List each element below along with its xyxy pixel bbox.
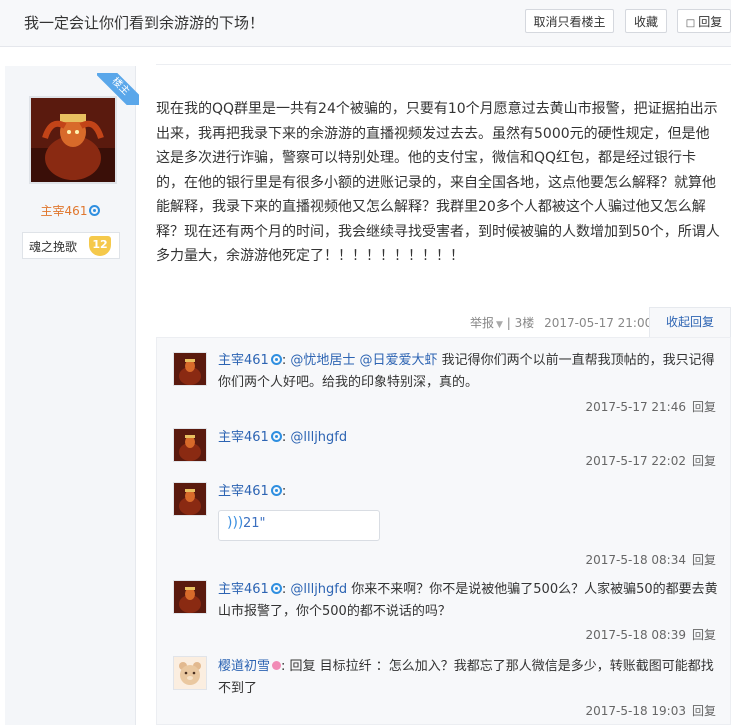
badge-name: 魂之挽歌 [29,240,78,254]
favorite-button[interactable]: 收藏 [625,9,667,33]
flower-icon [272,661,282,670]
reply-separator: : [281,353,287,368]
reply-footer: 2017-5-18 08:34 回复 [585,551,716,568]
post-meta: 举报 ▼ | 3楼 2017-05-17 21:00 [470,314,652,331]
voice-length: 21" [243,516,266,531]
reply-avatar[interactable] [173,352,207,386]
reply-time: 2017-5-17 21:46 [585,400,686,414]
reply-mention[interactable]: @llljhgfd [290,430,347,445]
reply-avatar[interactable] [173,656,207,690]
report-label: 举报 [470,316,495,330]
reply-footer: 2017-5-18 08:39 回复 [585,626,716,643]
reply-footer: 2017-5-17 21:46 回复 [585,398,716,415]
level-badge-icon: 12 [89,236,111,256]
reply-footer: 2017-5-18 19:03 回复 [585,702,716,719]
reply-time: 2017-5-17 22:02 [585,454,686,468]
thread-header: 我一定会让你们看到余游游的下场！ 取消只看楼主 收藏 □ 回复 [0,0,731,47]
reply-time: 2017-5-18 08:39 [585,628,686,642]
unfollow-op-button[interactable]: 取消只看楼主 [525,9,614,33]
spiral-icon [89,205,101,216]
reply-text: 主宰461: @忧地居士 @日爱爱大虾 我记得你们两个以前一直帮我顶帖的，我只记… [218,350,718,394]
reply-footer: 2017-5-17 22:02 回复 [585,452,716,469]
spiral-icon [270,354,282,365]
voice-message[interactable]: ))) 21" [218,510,380,541]
reply-to-button[interactable]: 回复 [692,553,716,567]
spiral-icon [270,485,282,496]
spiral-icon [270,583,282,594]
reply-text: 主宰461: @llljhgfd 你来不来啊？你不是说被他骗了500么？人家被骗… [218,579,718,623]
reply-time: 2017-5-18 19:03 [585,704,686,718]
reply-separator: : [281,430,287,445]
op-tag: 楼主 [97,73,139,105]
reply-mention[interactable]: @忧地居士 @日爱爱大虾 [290,353,437,368]
author-badge[interactable]: 魂之挽歌 12 [22,232,120,259]
reply-avatar[interactable] [173,580,207,614]
reply-to-button[interactable]: 回复 [692,704,716,718]
collapse-replies-button[interactable]: 收起回复 [649,307,731,337]
reply-list: 主宰461: @忧地居士 @日爱爱大虾 我记得你们两个以前一直帮我顶帖的，我只记… [156,337,731,725]
reply-avatar[interactable] [173,482,207,516]
reply-username[interactable]: 主宰461 [218,582,269,597]
reply-text: 樱道初雪: 回复 目标拉纤 ：怎么加入？我都忘了那人微信是多少，转账截图可能都找… [218,656,718,700]
bear-avatar-image [174,657,206,689]
warrior-avatar-image [174,483,206,515]
reply-text: 主宰461: @llljhgfd [218,427,718,449]
reply-to-button[interactable]: 回复 [692,400,716,414]
reply-bubble-icon: □ [685,18,696,29]
reply-to-button[interactable]: 回复 [692,454,716,468]
reply-username[interactable]: 主宰461 [218,484,269,499]
warrior-avatar-image [174,429,206,461]
reply-to-button[interactable]: 回复 [692,628,716,642]
author-sidebar: 主宰461 魂之挽歌 12 [5,66,136,725]
meta-separator: | [506,316,515,330]
warrior-avatar-image [174,581,206,613]
sound-wave-icon: ))) [227,515,244,531]
reply-username[interactable]: 主宰461 [218,430,269,445]
author-name-text: 主宰461 [40,204,88,218]
reply-separator: : [281,484,287,499]
post-timestamp: 2017-05-17 21:00 [544,316,653,330]
reply-separator: : [281,582,287,597]
report-button[interactable]: 举报 ▼ [470,316,503,330]
author-avatar[interactable] [29,96,117,184]
reply-button[interactable]: □ 回复 [677,9,731,33]
author-name[interactable]: 主宰461 [5,202,136,219]
reply-avatar[interactable] [173,428,207,462]
thread-title: 我一定会让你们看到余游游的下场！ [24,14,265,32]
reply-button-label: 回复 [698,15,723,29]
reply-username[interactable]: 樱道初雪 [218,659,270,674]
warrior-avatar-image [174,353,206,385]
reply-text: 主宰461: [218,481,718,503]
chevron-down-icon: ▼ [496,320,503,330]
post-content: 现在我的QQ群里是一共有24个被骗的，只要有10个月愿意过去黄山市报警，把证据拍… [156,101,720,264]
warrior-avatar-image [31,98,115,182]
spiral-icon [270,431,282,442]
post-divider [156,46,731,65]
reply-mention[interactable]: @llljhgfd [290,582,347,597]
op-tag-label: 楼主 [97,73,139,105]
reply-username[interactable]: 主宰461 [218,353,269,368]
reply-time: 2017-5-18 08:34 [585,553,686,567]
reply-content: 回复 目标拉纤 ：怎么加入？我都忘了那人微信是多少，转账截图可能都找不到了 [218,659,714,696]
floor-number: 3楼 [514,316,535,330]
